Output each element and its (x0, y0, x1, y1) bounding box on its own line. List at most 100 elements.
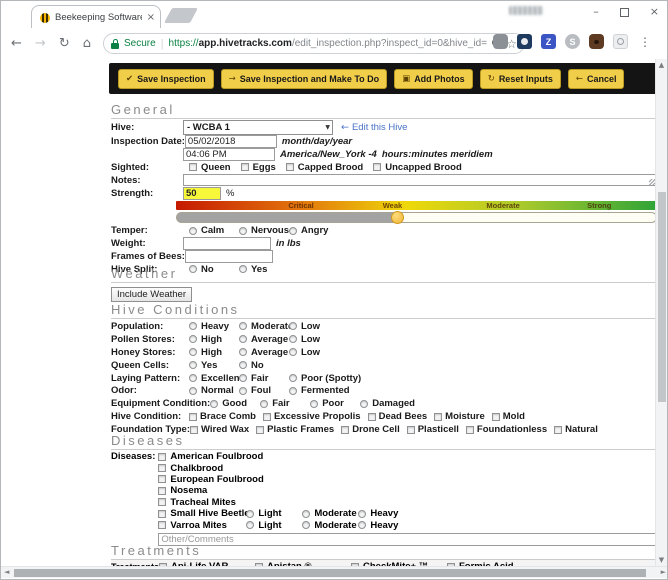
radio-button[interactable] (358, 521, 366, 529)
option: Moisture (434, 411, 485, 422)
button-label: Save Inspection and Make To Do (240, 74, 379, 84)
vertical-scroll-thumb[interactable] (658, 192, 666, 402)
weight-input[interactable] (183, 237, 271, 250)
edit-hive-link[interactable]: ← Edit this Hive (341, 122, 407, 133)
horizontal-scrollbar[interactable]: ◄ ► (1, 566, 668, 578)
hive-conditions-section: Hive Conditions Population: Heavy Modera… (111, 302, 657, 436)
radio-button[interactable] (189, 374, 197, 382)
radio-button[interactable] (358, 510, 366, 518)
button-label: Cancel (587, 74, 617, 84)
radio-button[interactable] (260, 400, 268, 408)
radio-button[interactable] (239, 227, 247, 235)
scroll-right-icon[interactable]: ► (661, 567, 666, 578)
bee-extension-icon[interactable] (589, 34, 604, 49)
radio-button[interactable] (289, 374, 297, 382)
option-label: Excellent (201, 373, 243, 384)
radio-button[interactable] (289, 322, 297, 330)
scroll-down-icon[interactable]: ▼ (656, 556, 667, 564)
option-label: Foul (251, 385, 271, 396)
include-weather-button[interactable]: Include Weather (111, 287, 192, 302)
radio-button[interactable] (239, 322, 247, 330)
minimize-icon[interactable]: – (593, 4, 599, 20)
add-photos-button[interactable]: ▣ Add Photos (394, 69, 473, 89)
checkbox[interactable] (158, 487, 166, 495)
cancel-button[interactable]: ← Cancel (568, 69, 625, 89)
save-inspection-make-todo-button[interactable]: → Save Inspection and Make To Do (221, 69, 388, 89)
checkbox[interactable] (158, 498, 166, 506)
hive-select[interactable]: - WCBA 1 ▼ (183, 120, 333, 135)
camera-extension-icon[interactable] (517, 34, 532, 49)
checkbox[interactable] (286, 163, 294, 171)
radio-button[interactable] (360, 400, 368, 408)
severity-option: Moderate (302, 508, 354, 519)
strength-slider[interactable] (176, 212, 657, 223)
url-text: https:// app.hivetracks.com /edit_inspec… (169, 38, 488, 49)
reset-inputs-button[interactable]: ↻ Reset Inputs (480, 69, 561, 89)
checkbox[interactable] (368, 413, 376, 421)
vertical-scrollbar[interactable]: ▲ ▼ (655, 59, 667, 566)
checkbox[interactable] (492, 413, 500, 421)
radio-button[interactable] (210, 400, 218, 408)
browser-menu-icon[interactable]: ⋮ (639, 35, 651, 49)
radio-button[interactable] (289, 335, 297, 343)
new-tab-button[interactable] (164, 8, 198, 23)
close-icon[interactable]: × (650, 4, 659, 20)
inspection-time-input[interactable] (183, 148, 275, 161)
checkbox[interactable] (263, 413, 271, 421)
checkbox[interactable] (434, 413, 442, 421)
radio-button[interactable] (189, 361, 197, 369)
reload-icon[interactable]: ↻ (59, 36, 70, 51)
radio-button[interactable] (289, 227, 297, 235)
evernote-extension-icon[interactable] (493, 34, 508, 49)
strength-input[interactable] (183, 187, 221, 200)
back-icon[interactable]: ← (11, 36, 22, 51)
radio-button[interactable] (302, 521, 310, 529)
radio-button[interactable] (239, 348, 247, 356)
radio-button[interactable] (239, 335, 247, 343)
radio-button[interactable] (189, 387, 197, 395)
forward-icon[interactable]: → (35, 36, 46, 51)
url-host: app.hivetracks.com (199, 38, 292, 49)
circle-extension-icon[interactable] (613, 34, 628, 49)
checkbox[interactable] (241, 163, 249, 171)
radio-button[interactable] (239, 374, 247, 382)
radio-button[interactable] (289, 348, 297, 356)
radio-button[interactable] (189, 322, 197, 330)
home-icon[interactable]: ⌂ (83, 36, 91, 51)
horizontal-scroll-thumb[interactable] (14, 569, 646, 577)
checkbox[interactable] (158, 510, 166, 518)
radio-button[interactable] (189, 227, 197, 235)
tab-close-icon[interactable]: × (147, 12, 155, 23)
radio-button[interactable] (239, 361, 247, 369)
radio-button[interactable] (239, 387, 247, 395)
scroll-up-icon[interactable]: ▲ (656, 61, 667, 69)
radio-button[interactable] (302, 510, 310, 518)
inspection-date-input[interactable] (185, 135, 277, 148)
url-bar[interactable]: Secure | https:// app.hivetracks.com /ed… (103, 33, 525, 54)
button-label: Save Inspection (137, 74, 206, 84)
radio-button[interactable] (189, 335, 197, 343)
s-extension-icon[interactable]: S (565, 34, 580, 49)
checkbox[interactable] (158, 475, 166, 483)
strength-scale-bar: Critical Weak Moderate Strong (176, 201, 657, 210)
notes-input[interactable] (183, 174, 657, 186)
radio-button[interactable] (189, 348, 197, 356)
checkbox[interactable] (158, 521, 166, 529)
radio-button[interactable] (289, 387, 297, 395)
maximize-icon[interactable] (620, 8, 629, 17)
radio-button[interactable] (246, 510, 254, 518)
radio-button[interactable] (310, 400, 318, 408)
z-extension-icon[interactable]: Z (541, 34, 556, 49)
checkbox[interactable] (373, 163, 381, 171)
strength-slider-handle[interactable] (391, 211, 404, 224)
checkbox[interactable] (189, 413, 197, 421)
checkbox[interactable] (158, 453, 166, 461)
radio-button[interactable] (246, 521, 254, 529)
checkbox[interactable] (158, 464, 166, 472)
checkbox[interactable] (189, 163, 197, 171)
save-inspection-button[interactable]: ✔ Save Inspection (118, 69, 214, 89)
frames-of-bees-input[interactable] (185, 250, 273, 263)
browser-window: Beekeeping Software | Hi × – × ← → ↻ ⌂ S… (0, 0, 668, 580)
browser-tab[interactable]: Beekeeping Software | Hi × (31, 5, 161, 29)
scroll-left-icon[interactable]: ◄ (4, 567, 9, 578)
